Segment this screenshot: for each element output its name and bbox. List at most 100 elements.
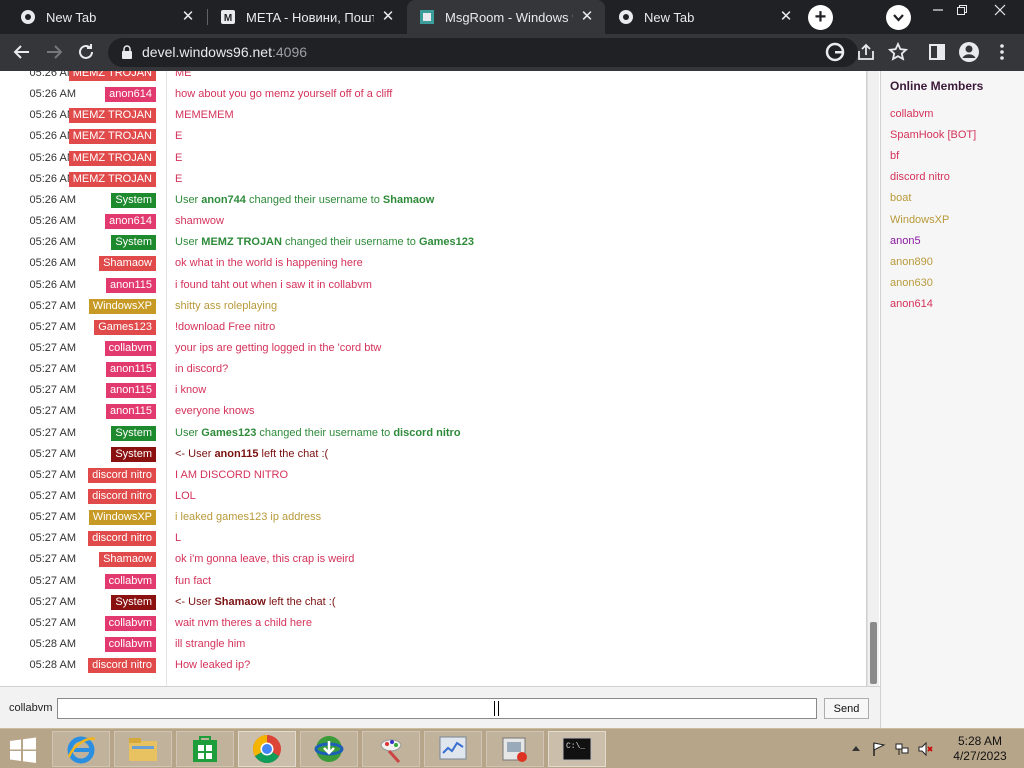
restore-window-button[interactable] [942, 0, 982, 24]
username-badge[interactable]: anon614 [105, 87, 156, 103]
system-text-part: <- User [175, 447, 215, 460]
username-badge[interactable]: Shamaow [99, 552, 156, 568]
browser-tab[interactable]: M META - Новини, Пошта і ✕ [208, 0, 406, 34]
show-hidden-icons-icon[interactable] [848, 741, 864, 757]
taskbar-app-system-monitor[interactable] [424, 731, 482, 767]
browser-tab[interactable]: New Tab ✕ [606, 0, 804, 34]
message-text: how about you go memz yourself off of a … [175, 88, 393, 101]
browser-tab-active[interactable]: MsgRoom - Windows 96 ✕ [407, 0, 605, 34]
taskbar-app-download-manager[interactable] [300, 731, 358, 767]
member-item[interactable]: WindowsXP [890, 214, 949, 226]
member-item[interactable]: anon614 [890, 298, 933, 310]
chat-message-row: 05:27 AM anon115 i know [0, 381, 866, 402]
message-timestamp: 05:27 AM [29, 299, 76, 312]
username-badge[interactable]: discord nitro [88, 658, 156, 674]
message-text: in discord? [175, 363, 229, 376]
username-badge[interactable]: WindowsXP [88, 298, 156, 314]
system-message-text: <- User anon115 left the chat :( [175, 448, 328, 460]
chat-message-row: 05:26 AM MEMZ TROJAN E [0, 149, 866, 170]
username-badge[interactable]: discord nitro [88, 531, 156, 547]
members-title: Online Members [890, 79, 984, 93]
close-tab-icon[interactable]: ✕ [180, 9, 196, 25]
new-tab-button[interactable]: + [808, 5, 833, 30]
reload-icon[interactable] [74, 40, 98, 64]
lock-icon[interactable] [120, 45, 134, 60]
member-item[interactable]: anon630 [890, 277, 933, 289]
message-text: wait nvm theres a child here [175, 616, 312, 629]
close-tab-icon[interactable]: ✕ [579, 9, 595, 25]
browser-tab-strip: New Tab ✕ M META - Новини, Пошта і ✕ Msg… [0, 0, 1024, 34]
username-badge[interactable]: Games123 [94, 319, 156, 335]
close-tab-icon[interactable]: ✕ [380, 9, 396, 25]
network-icon[interactable] [894, 741, 910, 757]
username-badge[interactable]: MEMZ TROJAN [68, 129, 156, 145]
member-item[interactable]: boat [890, 192, 911, 204]
username-badge[interactable]: discord nitro [88, 489, 156, 504]
username-badge[interactable]: MEMZ TROJAN [68, 108, 156, 124]
member-item[interactable]: collabvm [890, 108, 933, 120]
member-item[interactable]: bf [890, 150, 899, 162]
nickname-label[interactable]: collabvm [9, 702, 52, 714]
username-badge[interactable]: WindowsXP [88, 510, 156, 526]
username-badge[interactable]: anon115 [105, 277, 156, 293]
taskbar-app-file-explorer[interactable] [114, 731, 172, 767]
username-badge[interactable]: collabvm [104, 615, 156, 631]
action-center-flag-icon[interactable] [871, 741, 887, 757]
username-badge[interactable]: anon115 [105, 362, 156, 378]
chat-scrollbar-thumb[interactable] [870, 622, 877, 684]
chat-message-row: 05:26 AM anon614 shamwow [0, 212, 866, 233]
send-button[interactable]: Send [824, 698, 869, 719]
username-badge[interactable]: collabvm [104, 637, 156, 653]
username-badge[interactable]: anon115 [105, 383, 156, 399]
back-arrow-icon[interactable] [10, 40, 34, 64]
username-badge[interactable]: anon614 [105, 214, 156, 230]
chat-log[interactable]: 05:26 AM MEMZ TROJAN ME 05:26 AM anon614 how … [0, 71, 867, 686]
chat-scrollbar[interactable] [867, 71, 879, 686]
system-text-part: User [175, 193, 202, 206]
member-item[interactable]: anon5 [890, 235, 921, 247]
url-text[interactable]: devel.windows96.net:4096 [142, 44, 307, 60]
member-item[interactable]: anon890 [890, 256, 933, 268]
username-badge[interactable]: MEMZ TROJAN [68, 171, 156, 187]
meta-icon: M [221, 10, 235, 24]
chat-message-row: 05:26 AM anon614 how about you go memz you… [0, 85, 866, 106]
taskbar-app-internet-explorer[interactable] [52, 731, 110, 767]
username-badge[interactable]: anon115 [105, 404, 156, 420]
username-badge[interactable]: discord nitro [88, 467, 156, 483]
menu-kebab-icon[interactable] [990, 40, 1014, 64]
username-badge[interactable]: MEMZ TROJAN [68, 150, 156, 166]
tab-title: New Tab [644, 9, 695, 25]
tab-search-button[interactable] [886, 5, 911, 30]
bookmark-star-icon[interactable] [886, 40, 910, 64]
system-text-part: changed their username to [245, 193, 383, 206]
profile-avatar-icon[interactable] [957, 40, 981, 64]
windows-start-icon[interactable] [8, 737, 38, 763]
taskbar-clock[interactable]: 5:28 AM 4/27/2023 [944, 734, 1016, 764]
taskbar-app-store[interactable] [176, 731, 234, 767]
message-input[interactable] [57, 698, 817, 719]
taskbar-app-media-recorder[interactable] [486, 731, 544, 767]
windows-taskbar: C:\_ 5:28 AM 4/27/2023 [0, 728, 1024, 768]
forward-arrow-icon[interactable] [42, 40, 66, 64]
message-timestamp: 05:27 AM [29, 595, 76, 608]
share-icon[interactable] [854, 40, 878, 64]
taskbar-app-paint[interactable] [362, 731, 420, 767]
member-item[interactable]: discord nitro [890, 171, 950, 183]
chat-message-row: 05:28 AM discord nitro How leaked ip? [0, 656, 866, 677]
address-bar[interactable]: devel.windows96.net:4096 [108, 38, 858, 67]
taskbar-app-command-prompt[interactable]: C:\_ [548, 731, 606, 767]
volume-muted-icon[interactable] [917, 741, 933, 757]
close-window-button[interactable] [980, 0, 1020, 24]
username-badge[interactable]: collabvm [104, 573, 156, 589]
username-badge[interactable]: collabvm [104, 340, 156, 356]
side-panel-icon[interactable] [925, 40, 949, 64]
username-badge[interactable]: MEMZ TROJAN [68, 71, 156, 81]
google-lens-icon[interactable] [823, 40, 847, 64]
username-badge[interactable]: Shamaow [99, 256, 156, 272]
system-text-part: User [175, 236, 202, 249]
close-tab-icon[interactable]: ✕ [778, 9, 794, 25]
member-item[interactable]: SpamHook [BOT] [890, 129, 976, 141]
message-timestamp: 05:28 AM [29, 659, 76, 672]
browser-tab[interactable]: New Tab ✕ [8, 0, 206, 34]
taskbar-app-chrome[interactable] [238, 731, 296, 767]
